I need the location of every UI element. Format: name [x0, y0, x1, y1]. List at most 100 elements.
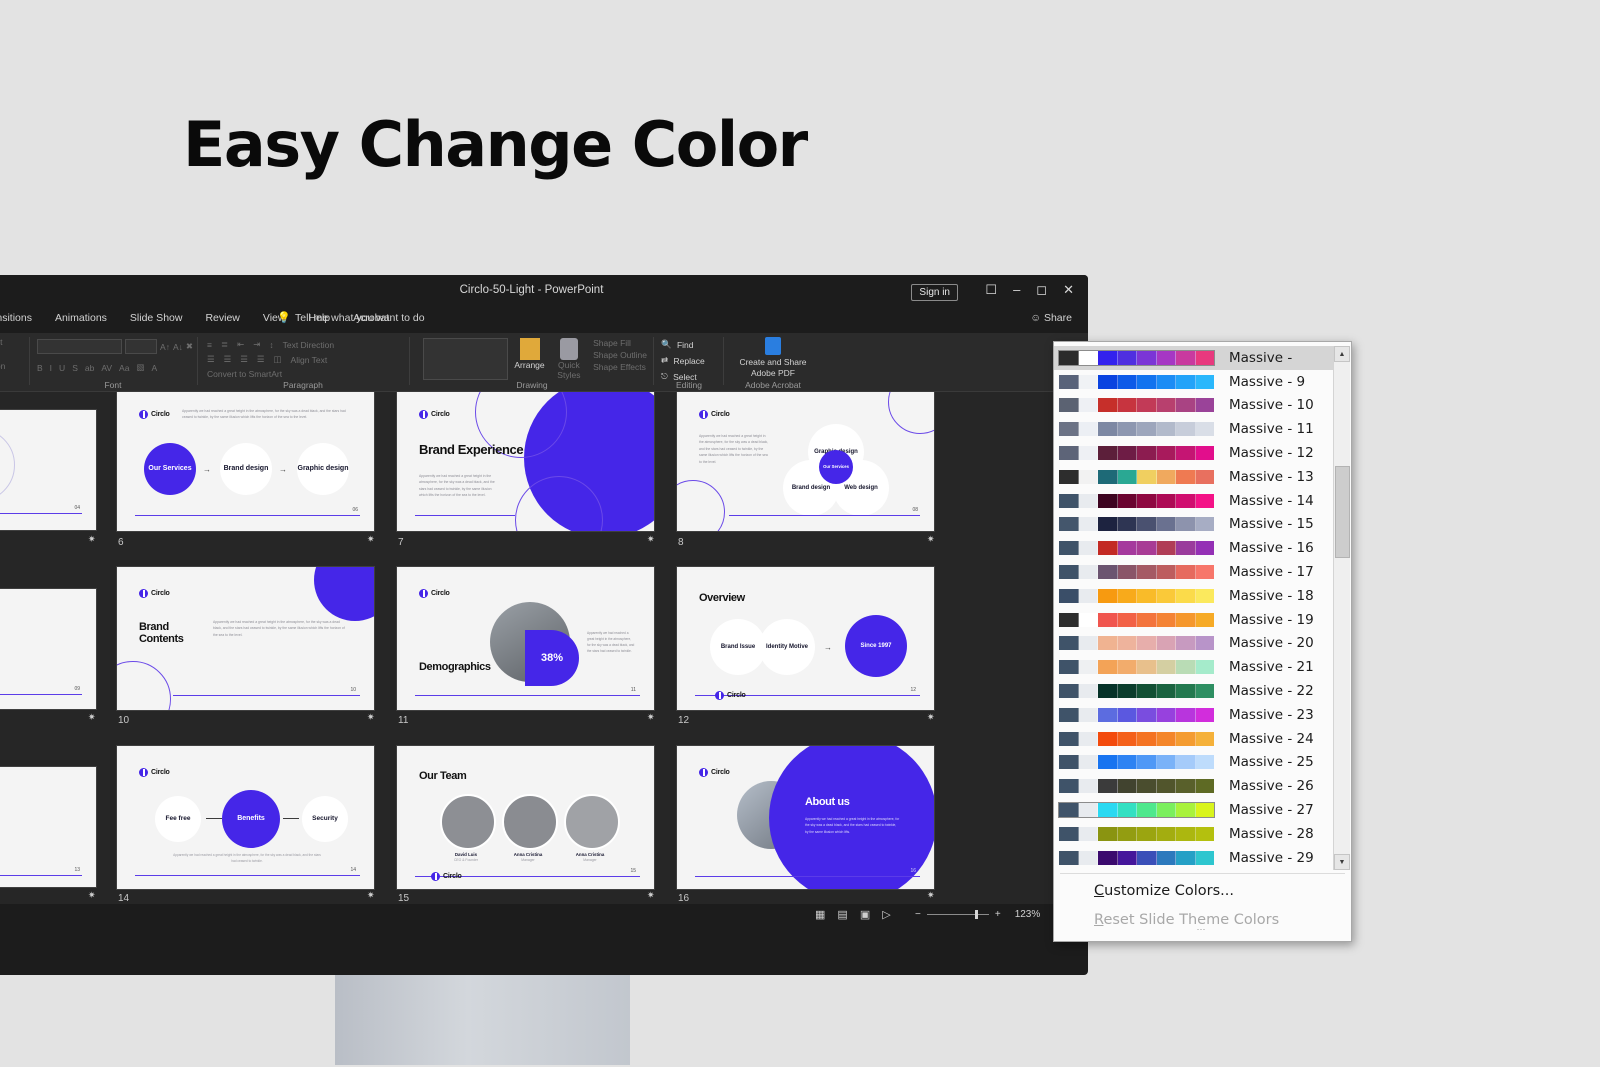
theme-color-row[interactable]: Massive - 10: [1054, 394, 1334, 418]
increase-font-icon[interactable]: A↑: [160, 342, 170, 352]
scroll-down-icon[interactable]: ▼: [1334, 854, 1350, 870]
theme-color-row[interactable]: Massive - 19: [1054, 608, 1334, 632]
theme-color-row[interactable]: Massive - 18: [1054, 584, 1334, 608]
theme-colors-dropdown[interactable]: Massive - Massive - 9 Massive - 10 Massive …: [1053, 341, 1352, 942]
layout-button[interactable]: Layout: [0, 337, 27, 347]
slide-thumbnail[interactable]: Circlo Apparently we had reached a great…: [116, 392, 375, 532]
scroll-up-icon[interactable]: ▲: [1334, 346, 1350, 362]
theme-color-row[interactable]: Massive - 24: [1054, 727, 1334, 751]
align-right-icon[interactable]: ☰: [240, 354, 248, 365]
slideshow-icon[interactable]: ▷: [882, 908, 890, 921]
character-spacing-button[interactable]: AV: [101, 363, 112, 373]
slide-thumbnail[interactable]: Data Share Rewrite Saving time 04: [0, 409, 97, 531]
theme-color-row[interactable]: Massive -: [1054, 346, 1334, 370]
change-case-button[interactable]: Aa: [119, 363, 129, 373]
strikethrough-button[interactable]: ab: [85, 363, 94, 373]
slide-thumbnail[interactable]: Identity Apparently we had reached a gre…: [0, 588, 97, 710]
shape-effects-button[interactable]: Shape Effects: [593, 362, 647, 372]
decrease-indent-icon[interactable]: ⇤: [237, 339, 244, 350]
theme-color-row[interactable]: Massive - 9: [1054, 370, 1334, 394]
create-share-pdf-button[interactable]: Create and Share Adobe PDF: [727, 357, 819, 378]
theme-color-row[interactable]: Massive - 26: [1054, 774, 1334, 798]
shape-fill-button[interactable]: Shape Fill: [593, 338, 647, 348]
normal-view-icon[interactable]: ▦: [815, 908, 825, 921]
reset-button[interactable]: Reset: [0, 349, 27, 359]
slide-thumbnail[interactable]: Circlo Brand Contents Apparently we had …: [116, 566, 375, 711]
shadow-button[interactable]: S: [72, 363, 78, 373]
minimize-button[interactable]: –: [1013, 283, 1020, 297]
theme-color-row[interactable]: Massive - 13: [1054, 465, 1334, 489]
italic-button[interactable]: I: [50, 363, 52, 373]
columns-icon[interactable]: ◫: [274, 354, 282, 365]
share-button[interactable]: ☺ Share: [1030, 312, 1072, 324]
slide-thumbnail[interactable]: Circlo About us Apparently we had reache…: [676, 745, 935, 890]
convert-to-smartart-button[interactable]: Convert to SmartArt: [207, 369, 282, 379]
slide-sorter-icon[interactable]: ▤: [837, 908, 847, 921]
dropdown-scrollbar[interactable]: ▲ ▼: [1333, 346, 1350, 870]
tell-me-search[interactable]: Tell me what you want to do: [295, 312, 425, 324]
theme-color-row[interactable]: Massive - 21: [1054, 655, 1334, 679]
font-size-input[interactable]: [124, 339, 158, 354]
bold-button[interactable]: B: [37, 363, 43, 373]
theme-color-row[interactable]: Massive - 20: [1054, 632, 1334, 656]
close-button[interactable]: ✕: [1063, 283, 1074, 297]
increase-indent-icon[interactable]: ⇥: [253, 339, 260, 350]
justify-icon[interactable]: ☰: [257, 354, 265, 365]
theme-color-row[interactable]: Massive - 14: [1054, 489, 1334, 513]
theme-color-row[interactable]: Massive - 22: [1054, 679, 1334, 703]
slide-thumbnails-pane[interactable]: Data Share Rewrite Saving time 04 ✷ Circ…: [0, 392, 1088, 904]
text-direction-button[interactable]: Text Direction: [283, 340, 335, 350]
customize-colors-item[interactable]: Customize Colors...: [1094, 883, 1234, 899]
text-highlight-button[interactable]: ▧: [136, 362, 144, 373]
line-spacing-icon[interactable]: ↕: [269, 340, 273, 350]
align-center-icon[interactable]: ☰: [224, 354, 232, 365]
arrange-button[interactable]: Arrange: [514, 360, 544, 370]
quick-styles-button[interactable]: Quick Styles: [551, 360, 587, 380]
slide-thumbnail[interactable]: Circlo Apparently we had reached a great…: [676, 392, 935, 532]
ribbon-display-options-icon[interactable]: ☐: [985, 283, 997, 297]
underline-button[interactable]: U: [59, 363, 65, 373]
tab-animations[interactable]: Animations: [55, 312, 107, 324]
theme-color-row[interactable]: Massive - 11: [1054, 417, 1334, 441]
restore-button[interactable]: ◻: [1036, 283, 1047, 297]
slide-thumbnail[interactable]: Our Team David Luis CEO & Founder Anna C…: [396, 745, 655, 890]
zoom-out-button[interactable]: −: [915, 909, 921, 920]
theme-color-row[interactable]: Massive - 15: [1054, 513, 1334, 537]
decrease-font-icon[interactable]: A↓: [173, 342, 183, 352]
shape-outline-button[interactable]: Shape Outline: [593, 350, 647, 360]
font-color-button[interactable]: A: [151, 363, 157, 373]
theme-colors-list[interactable]: Massive - Massive - 9 Massive - 10 Massive …: [1054, 346, 1334, 870]
sign-in-button[interactable]: Sign in: [911, 284, 958, 301]
theme-color-row[interactable]: Massive - 12: [1054, 441, 1334, 465]
shapes-gallery[interactable]: [423, 338, 509, 380]
tab-transitions[interactable]: Transitions: [0, 312, 32, 324]
align-left-icon[interactable]: ☰: [207, 354, 215, 365]
slide-thumbnail[interactable]: Circlo Brand Experience Apparently we ha…: [396, 392, 655, 532]
zoom-in-button[interactable]: +: [995, 909, 1001, 920]
find-button[interactable]: 🔍 Find: [661, 339, 719, 350]
clear-formatting-icon[interactable]: ✖: [186, 341, 193, 352]
slide-thumbnail[interactable]: Circlo Fee free Benefits Security Appare…: [116, 745, 375, 890]
tab-slide-show[interactable]: Slide Show: [130, 312, 183, 324]
reading-view-icon[interactable]: ▣: [860, 908, 870, 921]
section-button[interactable]: Section: [0, 361, 27, 371]
slide-thumbnail[interactable]: Reliable Playful → → Reliable Playful 13: [0, 766, 97, 888]
align-text-button[interactable]: Align Text: [291, 355, 328, 365]
theme-color-row[interactable]: Massive - 25: [1054, 751, 1334, 775]
numbering-icon[interactable]: ≣: [221, 339, 228, 350]
bullets-icon[interactable]: ≡: [207, 340, 212, 350]
zoom-slider[interactable]: [926, 910, 989, 919]
replace-button[interactable]: ⇄ Replace: [661, 355, 719, 366]
tab-review[interactable]: Review: [205, 312, 239, 324]
slide-thumbnail[interactable]: Circlo 38% Demographics Apparently we ha…: [396, 566, 655, 711]
dropdown-grip[interactable]: ⋯: [1054, 924, 1351, 935]
theme-color-row[interactable]: Massive - 23: [1054, 703, 1334, 727]
theme-color-row[interactable]: Massive - 16: [1054, 536, 1334, 560]
theme-color-row[interactable]: Massive - 29: [1054, 846, 1334, 870]
slide-thumbnail[interactable]: Overview Brand Issue Identity Motive → S…: [676, 566, 935, 711]
theme-color-row[interactable]: Massive - 17: [1054, 560, 1334, 584]
theme-color-row[interactable]: Massive - 28: [1054, 822, 1334, 846]
font-name-input[interactable]: [37, 339, 122, 354]
scrollbar-thumb[interactable]: [1335, 466, 1350, 558]
theme-color-row[interactable]: Massive - 27: [1054, 798, 1334, 822]
